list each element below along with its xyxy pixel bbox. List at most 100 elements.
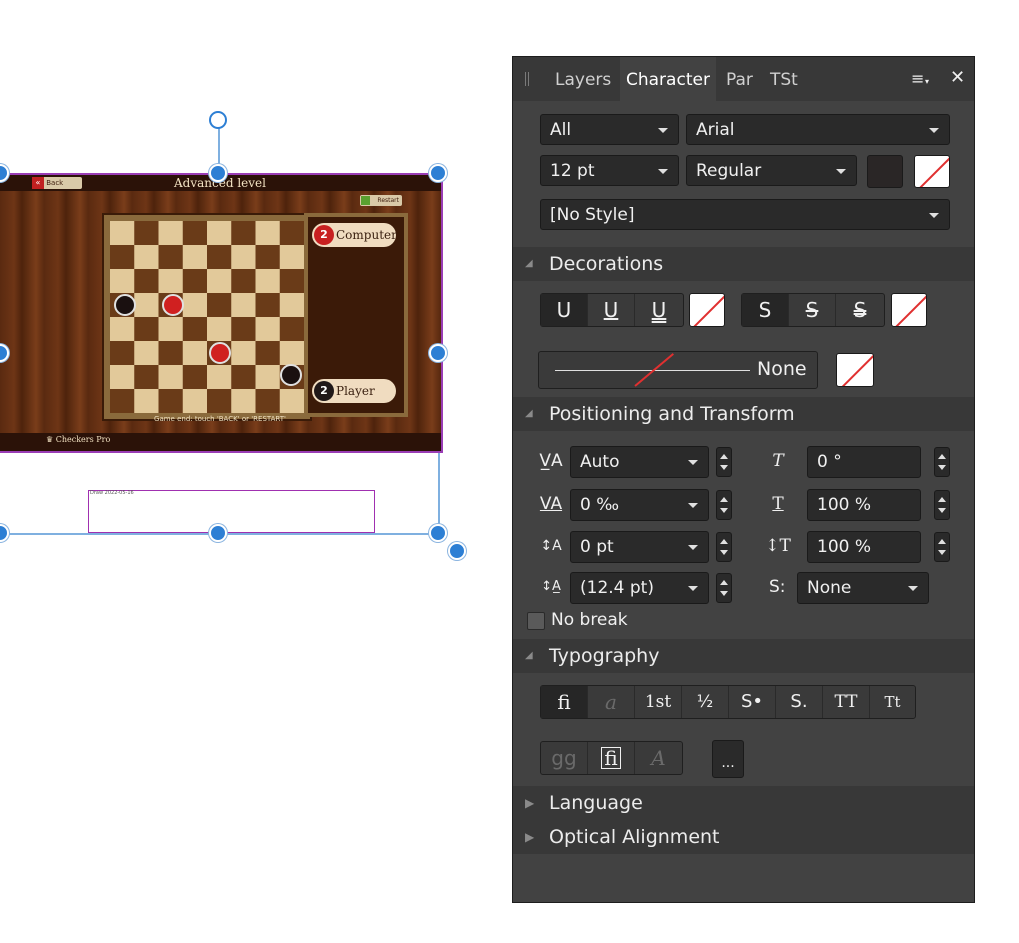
grip-icon[interactable] bbox=[525, 72, 529, 86]
leading-combo[interactable]: (12.4 pt) bbox=[570, 572, 709, 604]
strikethrough-2-button[interactable]: S bbox=[789, 294, 836, 326]
player-score: 2 bbox=[314, 381, 334, 401]
panel-menu-chevron-icon: ▾ bbox=[925, 77, 930, 86]
section-typography[interactable]: ◢ Typography bbox=[513, 639, 974, 673]
small-caps-button[interactable]: Tt bbox=[870, 686, 915, 718]
text-flow-handle[interactable] bbox=[448, 542, 466, 560]
tab-layers[interactable]: Layers bbox=[555, 57, 611, 101]
checkers-image[interactable]: « Back Advanced level Restart 2 Computer… bbox=[0, 173, 443, 453]
baseline-shift-value: 0 pt bbox=[580, 537, 614, 557]
ligature-icon: fi bbox=[557, 690, 571, 714]
shear-icon: T bbox=[772, 451, 784, 471]
red-piece bbox=[209, 342, 231, 364]
document-canvas[interactable]: « Back Advanced level Restart 2 Computer… bbox=[0, 0, 510, 943]
horizontal-scale-icon: T bbox=[772, 494, 784, 514]
leading-icon: ↕A̲ bbox=[541, 579, 561, 594]
font-family-dropdown[interactable]: Arial bbox=[686, 114, 950, 145]
expand-triangle-icon: ▶ bbox=[525, 796, 535, 810]
computer-score: 2 bbox=[314, 225, 334, 245]
vertical-scale-icon: ↕T bbox=[765, 536, 791, 556]
contextual-alternates-button[interactable]: fi bbox=[588, 742, 635, 774]
font-collection-dropdown[interactable]: All bbox=[540, 114, 679, 145]
black-piece bbox=[114, 294, 136, 316]
resize-handle-top[interactable] bbox=[209, 164, 227, 182]
horizontal-scale-field[interactable]: 100 % bbox=[807, 489, 921, 521]
line-style-selector[interactable]: None bbox=[538, 351, 818, 389]
vertical-scale-value: 100 % bbox=[817, 537, 872, 557]
titling-button[interactable]: A bbox=[635, 742, 682, 774]
resize-handle-bottom[interactable] bbox=[209, 524, 227, 542]
crown-icon: ♛ bbox=[46, 435, 54, 444]
shear-stepper[interactable] bbox=[934, 447, 950, 477]
tracking-stepper[interactable] bbox=[716, 490, 732, 520]
black-piece bbox=[280, 364, 302, 386]
strikethrough-single-button[interactable]: S bbox=[742, 294, 789, 326]
ligatures-button[interactable]: fi bbox=[541, 686, 588, 718]
text-stroke-swatch[interactable] bbox=[914, 155, 950, 188]
no-break-checkbox[interactable] bbox=[527, 612, 545, 630]
red-piece bbox=[162, 294, 184, 316]
underline-2-button[interactable]: U bbox=[588, 294, 635, 326]
section-optical-label: Optical Alignment bbox=[549, 826, 720, 848]
all-caps-icon: TT bbox=[834, 692, 858, 712]
game-restart-button: Restart bbox=[360, 195, 402, 206]
text-fill-swatch[interactable] bbox=[867, 155, 903, 188]
close-icon[interactable]: ✕ bbox=[950, 67, 965, 88]
superscript-icon: S• bbox=[740, 691, 764, 712]
no-break-label: No break bbox=[551, 610, 628, 630]
leading-stepper[interactable] bbox=[716, 573, 732, 603]
underline-color-swatch[interactable] bbox=[689, 293, 725, 327]
kerning-stepper[interactable] bbox=[716, 447, 732, 477]
underline-double-button[interactable]: U bbox=[635, 294, 683, 326]
shear-field[interactable]: 0 ° bbox=[807, 446, 921, 478]
tab-paragraph[interactable]: Par bbox=[726, 57, 753, 101]
resize-handle-bottom-left[interactable] bbox=[0, 524, 9, 542]
section-language[interactable]: ▶ Language bbox=[513, 786, 974, 820]
strikethrough-color-swatch[interactable] bbox=[891, 293, 927, 327]
baseline-shift-combo[interactable]: 0 pt bbox=[570, 531, 709, 563]
text-style-dropdown[interactable]: [No Style] bbox=[540, 199, 950, 230]
fractions-button[interactable]: ½ bbox=[682, 686, 729, 718]
stylistic-alternates-button[interactable]: gg bbox=[541, 742, 588, 774]
typography-button-group: fi a 1st ½ S• S. TT Tt bbox=[540, 685, 916, 719]
section-positioning-label: Positioning and Transform bbox=[549, 403, 795, 425]
rotation-handle[interactable] bbox=[209, 111, 227, 129]
underline-single-button[interactable]: U bbox=[541, 294, 588, 326]
horizontal-scale-stepper[interactable] bbox=[934, 490, 950, 520]
horizontal-scale-value: 100 % bbox=[817, 495, 872, 515]
tab-character[interactable]: Character bbox=[620, 57, 716, 101]
ordinal-icon: 1st bbox=[644, 692, 672, 712]
tab-text-styles[interactable]: TSt bbox=[770, 57, 798, 101]
more-typography-button[interactable]: ... bbox=[712, 740, 744, 778]
vertical-scale-field[interactable]: 100 % bbox=[807, 531, 921, 563]
resize-handle-right[interactable] bbox=[429, 344, 447, 362]
collapse-triangle-icon: ◢ bbox=[525, 258, 533, 269]
resize-handle-top-right[interactable] bbox=[429, 164, 447, 182]
strikethrough-icon: S bbox=[805, 298, 819, 322]
swash-button[interactable]: a bbox=[588, 686, 635, 718]
subscript-button[interactable]: S. bbox=[776, 686, 823, 718]
font-style-dropdown[interactable]: Regular bbox=[686, 155, 857, 186]
section-positioning[interactable]: ◢ Positioning and Transform bbox=[513, 397, 974, 431]
resize-handle-bottom-right[interactable] bbox=[429, 524, 447, 542]
fraction-icon: ½ bbox=[696, 692, 714, 712]
text-frame[interactable]: Draw 2022-05-16 bbox=[88, 490, 375, 533]
double-underline-icon: U bbox=[651, 298, 667, 322]
line-color-swatch[interactable] bbox=[836, 353, 874, 387]
superscript-button[interactable]: S• bbox=[729, 686, 776, 718]
kerning-combo[interactable]: Auto bbox=[570, 446, 709, 478]
game-restart-label: Restart bbox=[377, 197, 399, 204]
tracking-combo[interactable]: 0 ‰ bbox=[570, 489, 709, 521]
expand-triangle-icon: ▶ bbox=[525, 830, 535, 844]
smart-dropdown[interactable]: None bbox=[797, 572, 929, 604]
vertical-scale-stepper[interactable] bbox=[934, 532, 950, 562]
contextual-icon: fi bbox=[601, 747, 621, 769]
font-size-combo[interactable]: 12 pt bbox=[540, 155, 679, 186]
section-optical-alignment[interactable]: ▶ Optical Alignment bbox=[513, 820, 974, 854]
section-decorations[interactable]: ◢ Decorations bbox=[513, 247, 974, 281]
strikethrough-double-button[interactable]: S bbox=[836, 294, 884, 326]
ordinals-button[interactable]: 1st bbox=[635, 686, 682, 718]
panel-menu-icon[interactable]: ≡ bbox=[911, 69, 924, 88]
all-caps-button[interactable]: TT bbox=[823, 686, 870, 718]
baseline-shift-stepper[interactable] bbox=[716, 532, 732, 562]
